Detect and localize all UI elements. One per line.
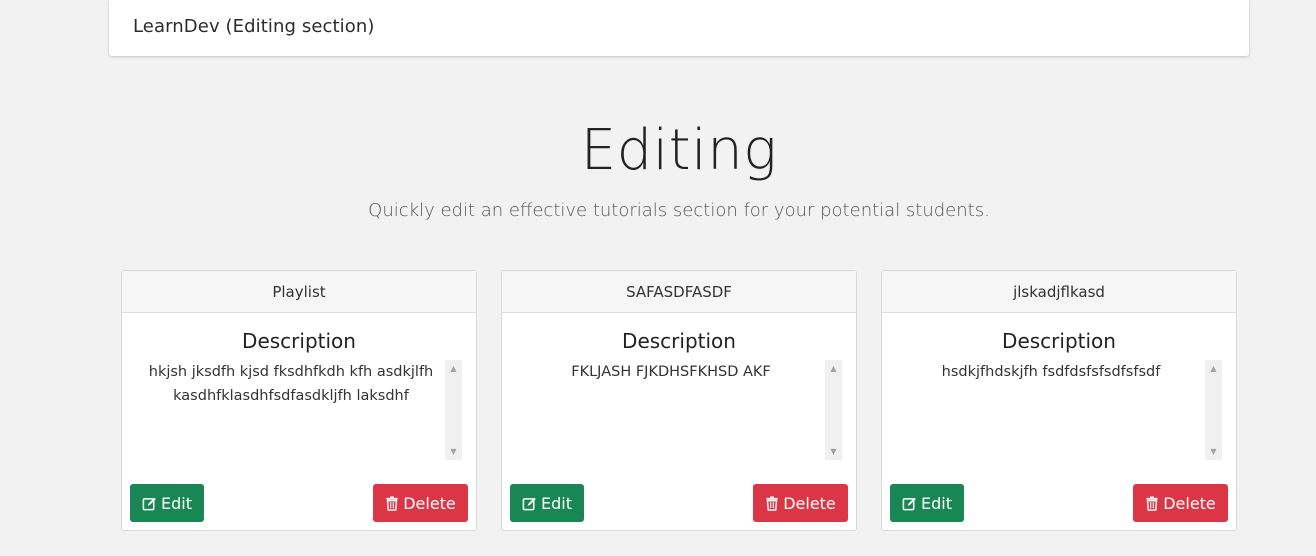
delete-button-label: Delete bbox=[783, 493, 836, 513]
description-heading: Description bbox=[622, 329, 736, 353]
description-text: FKLJASH FJKDHSFKHSD AKF bbox=[571, 364, 771, 380]
tutorial-card: jlskadjflkasd Description hsdkjfhdskjfh … bbox=[881, 270, 1237, 531]
tutorial-card: Playlist Description hkjsh jksdfh kjsd f… bbox=[121, 270, 477, 531]
delete-button-label: Delete bbox=[403, 493, 456, 513]
scroll-up-arrow-icon[interactable]: ▲ bbox=[445, 360, 462, 377]
description-text: hkjsh jksdfh kjsd fksdhfkdh kfh asdkjlfh… bbox=[148, 364, 434, 404]
delete-button[interactable]: Delete bbox=[373, 484, 468, 522]
trash-icon bbox=[765, 495, 779, 511]
edit-button-label: Edit bbox=[921, 493, 952, 513]
edit-icon bbox=[902, 496, 917, 511]
scroll-up-arrow-icon[interactable]: ▲ bbox=[825, 360, 842, 377]
scrollbar[interactable]: ▲ ▼ bbox=[825, 360, 842, 460]
description-heading: Description bbox=[1002, 329, 1116, 353]
card-header: jlskadjflkasd bbox=[882, 271, 1236, 313]
top-navbar: LearnDev (Editing section) bbox=[109, 0, 1249, 56]
tutorial-card: SAFASDFASDF Description FKLJASH FJKDHSFK… bbox=[501, 270, 857, 531]
scrollbar[interactable]: ▲ ▼ bbox=[1205, 360, 1222, 460]
delete-button[interactable]: Delete bbox=[753, 484, 848, 522]
edit-button[interactable]: Edit bbox=[890, 484, 964, 522]
scroll-up-arrow-icon[interactable]: ▲ bbox=[1205, 360, 1222, 377]
card-header: SAFASDFASDF bbox=[502, 271, 856, 313]
edit-icon bbox=[142, 496, 157, 511]
edit-button[interactable]: Edit bbox=[130, 484, 204, 522]
scroll-down-arrow-icon[interactable]: ▼ bbox=[825, 443, 842, 460]
delete-button-label: Delete bbox=[1163, 493, 1216, 513]
edit-button[interactable]: Edit bbox=[510, 484, 584, 522]
edit-button-label: Edit bbox=[541, 493, 572, 513]
scrollbar[interactable]: ▲ ▼ bbox=[445, 360, 462, 460]
card-header: Playlist bbox=[122, 271, 476, 313]
description-textarea[interactable]: FKLJASH FJKDHSFKHSD AKF ▲ ▼ bbox=[518, 360, 842, 460]
description-heading: Description bbox=[242, 329, 356, 353]
description-text: hsdkjfhdskjfh fsdfdsfsfsdfsfsdf bbox=[941, 364, 1161, 380]
scroll-down-arrow-icon[interactable]: ▼ bbox=[445, 443, 462, 460]
trash-icon bbox=[1145, 495, 1159, 511]
delete-button[interactable]: Delete bbox=[1133, 484, 1228, 522]
description-textarea[interactable]: hsdkjfhdskjfh fsdfdsfsfsdfsfsdf ▲ ▼ bbox=[898, 360, 1222, 460]
description-textarea[interactable]: hkjsh jksdfh kjsd fksdhfkdh kfh asdkjlfh… bbox=[138, 360, 462, 460]
edit-icon bbox=[522, 496, 537, 511]
edit-button-label: Edit bbox=[161, 493, 192, 513]
brand-title[interactable]: LearnDev (Editing section) bbox=[133, 16, 375, 37]
page-subtitle: Quickly edit an effective tutorials sect… bbox=[368, 200, 990, 221]
page-title: Editing bbox=[580, 118, 778, 183]
scroll-down-arrow-icon[interactable]: ▼ bbox=[1205, 443, 1222, 460]
trash-icon bbox=[385, 495, 399, 511]
